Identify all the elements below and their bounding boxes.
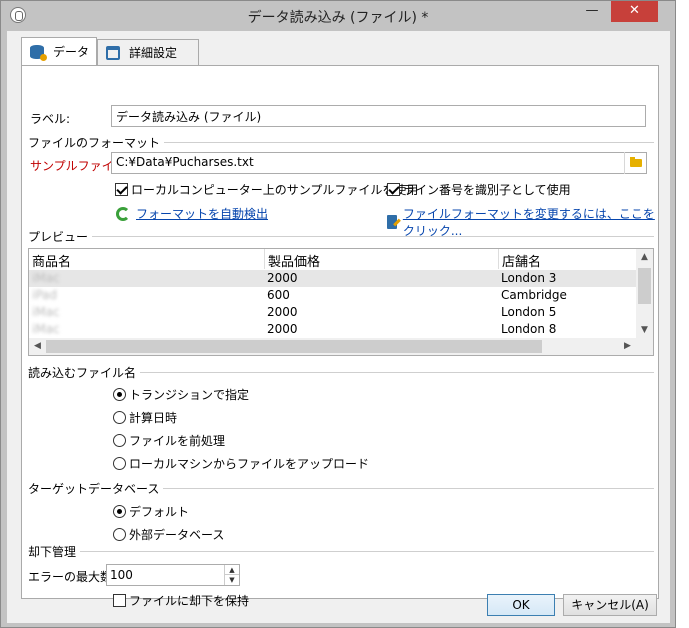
section-divider	[28, 236, 654, 237]
line-number-id-checkbox[interactable]: ライン番号を識別子として使用	[387, 181, 571, 198]
label-input[interactable]: データ読み込み (ファイル)	[111, 105, 646, 127]
checkbox-box	[115, 183, 128, 196]
dialog-window: データ読み込み (ファイル) * — ✕ データ 詳細設定 ラベル: データ読み…	[0, 0, 676, 628]
radio-label: トランジションで指定	[129, 388, 250, 402]
scroll-down-icon[interactable]: ▼	[636, 322, 653, 339]
radio-circle	[113, 505, 126, 518]
checkbox-box	[113, 594, 126, 607]
price-cell: 2000	[267, 271, 298, 285]
minimize-button[interactable]: —	[579, 1, 605, 22]
data-tab-panel: ラベル: データ読み込み (ファイル) ファイルのフォーマット サンプルファイル…	[21, 65, 659, 608]
increment-icon[interactable]: ▲	[225, 565, 239, 575]
radio-calculated-date[interactable]: 計算日時	[113, 409, 177, 426]
edit-icon	[387, 215, 397, 229]
vertical-scrollbar[interactable]: ▲ ▼	[636, 249, 653, 339]
price-cell: 2000	[267, 322, 298, 336]
target-db-title: ターゲットデータベース	[28, 480, 164, 497]
preview-grid[interactable]: 商品名 製品価格 店舗名 iMac 2000 London 3 iPad 600…	[28, 248, 654, 356]
product-name-cell: iMac	[32, 271, 60, 285]
table-row[interactable]: iMac 2000 London 3	[29, 270, 637, 287]
radio-label: ファイルを前処理	[129, 434, 226, 448]
radio-label: 計算日時	[129, 411, 178, 425]
file-to-load-section: 読み込むファイル名	[28, 364, 654, 381]
radio-label: ローカルマシンからファイルをアップロード	[129, 457, 370, 471]
sample-file-input[interactable]: C:¥Data¥Pucharses.txt	[111, 152, 647, 174]
product-name-cell: iMac	[32, 305, 60, 319]
radio-external-db[interactable]: 外部データベース	[113, 526, 224, 543]
column-header[interactable]: 商品名	[29, 249, 264, 270]
title-bar[interactable]: データ読み込み (ファイル) * — ✕	[1, 1, 675, 31]
radio-label: デフォルト	[129, 505, 190, 519]
radio-circle	[113, 411, 126, 424]
radio-default-db[interactable]: デフォルト	[113, 503, 189, 520]
max-errors-value[interactable]: 100	[110, 568, 133, 582]
autodetect-format-label: フォーマットを自動検出	[136, 207, 269, 221]
scroll-left-icon[interactable]: ◀	[29, 338, 46, 355]
store-cell: London 5	[501, 305, 557, 319]
target-db-section: ターゲットデータベース	[28, 480, 654, 497]
folder-icon[interactable]	[624, 152, 646, 174]
keep-rejects-label: ファイルに却下を保持	[129, 594, 250, 608]
rejects-section: 却下管理	[28, 543, 654, 560]
section-divider	[28, 551, 654, 552]
tab-data[interactable]: データ	[21, 37, 97, 65]
autodetect-format-link[interactable]: フォーマットを自動検出	[116, 205, 268, 222]
tab-advanced-settings[interactable]: 詳細設定	[97, 39, 199, 65]
clipboard-icon	[106, 45, 120, 60]
table-row[interactable]: iPad 600 Cambridge	[29, 287, 637, 304]
scroll-right-icon[interactable]: ▶	[619, 338, 636, 355]
window-title: データ読み込み (ファイル) *	[247, 10, 429, 26]
radio-specified-by-transition[interactable]: トランジションで指定	[113, 386, 249, 403]
dialog-client-area: データ 詳細設定 ラベル: データ読み込み (ファイル) ファイルのフォーマット…	[7, 31, 670, 623]
store-cell: Cambridge	[501, 288, 567, 302]
decrement-icon[interactable]: ▼	[225, 575, 239, 585]
preview-title: プレビュー	[28, 228, 93, 245]
refresh-icon	[116, 206, 130, 221]
max-errors-stepper[interactable]: 100 ▲ ▼	[106, 564, 240, 586]
radio-upload-from-local[interactable]: ローカルマシンからファイルをアップロード	[113, 455, 369, 472]
stepper-arrows: ▲ ▼	[224, 565, 239, 585]
table-row[interactable]: iMac 2000 London 5	[29, 304, 637, 321]
radio-circle	[113, 528, 126, 541]
ok-button[interactable]: OK	[487, 594, 555, 616]
cancel-button[interactable]: キャンセル(A)	[563, 594, 657, 616]
store-cell: London 8	[501, 322, 557, 336]
store-cell: London 3	[501, 271, 557, 285]
use-local-sample-label: ローカルコンピューター上のサンプルファイルを使用	[131, 183, 419, 197]
tab-advanced-label: 詳細設定	[129, 46, 178, 60]
use-local-sample-checkbox[interactable]: ローカルコンピューター上のサンプルファイルを使用	[115, 181, 418, 198]
product-name-cell: iMac	[32, 322, 60, 336]
line-number-id-label: ライン番号を識別子として使用	[403, 183, 571, 197]
checkbox-box	[387, 183, 400, 196]
keep-rejects-checkbox[interactable]: ファイルに却下を保持	[113, 592, 249, 609]
radio-circle	[113, 457, 126, 470]
radio-circle	[113, 434, 126, 447]
horizontal-scrollbar[interactable]: ◀ ▶	[29, 338, 653, 355]
radio-circle	[113, 388, 126, 401]
column-header[interactable]: 店舗名	[498, 249, 638, 270]
tab-data-label: データ	[53, 45, 90, 59]
price-cell: 600	[267, 288, 290, 302]
label-field-caption: ラベル:	[30, 112, 71, 126]
close-button[interactable]: ✕	[611, 1, 658, 22]
database-icon	[30, 44, 47, 61]
column-header[interactable]: 製品価格	[264, 249, 498, 270]
table-row[interactable]: iMac 2000 London 8	[29, 321, 637, 338]
scroll-up-icon[interactable]: ▲	[636, 249, 653, 266]
file-format-title: ファイルのフォーマット	[28, 134, 165, 151]
file-to-load-title: 読み込むファイル名	[28, 364, 141, 381]
rejects-title: 却下管理	[28, 543, 81, 560]
scroll-thumb[interactable]	[46, 340, 542, 353]
product-name-cell: iPad	[32, 288, 58, 302]
radio-label: 外部データベース	[129, 528, 225, 542]
radio-preprocess-file[interactable]: ファイルを前処理	[113, 432, 225, 449]
preview-section: プレビュー	[28, 228, 654, 245]
price-cell: 2000	[267, 305, 298, 319]
file-format-section: ファイルのフォーマット	[28, 134, 654, 151]
scroll-thumb[interactable]	[638, 268, 651, 304]
max-errors-caption: エラーの最大数:	[28, 570, 117, 584]
